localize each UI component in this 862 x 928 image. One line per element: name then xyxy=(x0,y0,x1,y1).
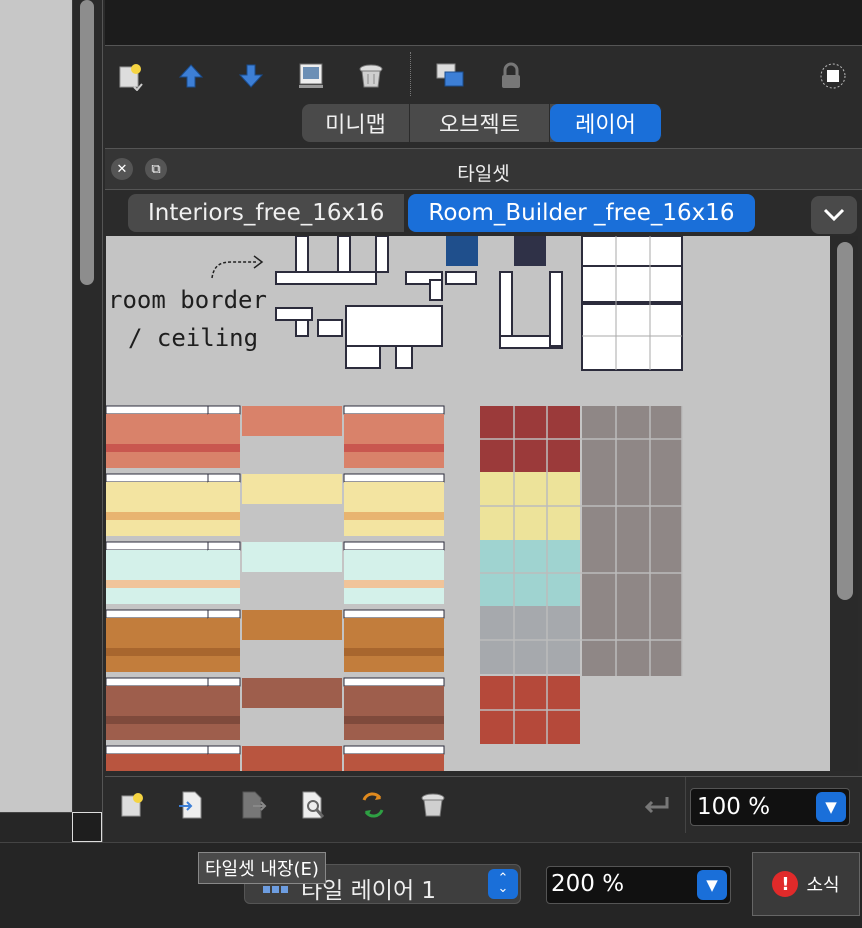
undo-icon[interactable] xyxy=(641,789,673,821)
tileset-zoom-value: 100 % xyxy=(697,794,771,820)
ceiling-label: / ceiling xyxy=(128,324,258,352)
map-zoom-select[interactable]: 200 % ▼ xyxy=(546,866,731,904)
tileset-panel-title: 타일셋 xyxy=(457,163,510,185)
tab-objects[interactable]: 오브젝트 xyxy=(410,104,550,142)
tab-room-builder-free[interactable]: Room_Builder _free_16x16 xyxy=(408,194,755,232)
layers-toolbar xyxy=(105,50,862,102)
layer-list[interactable] xyxy=(105,0,862,46)
map-scroll-thumb[interactable] xyxy=(80,0,94,285)
new-layer-icon[interactable] xyxy=(115,60,147,92)
tileset-list-chevron-down-icon[interactable] xyxy=(811,196,857,234)
replace-tileset-icon[interactable] xyxy=(357,789,389,821)
scroll-corner xyxy=(72,812,102,842)
layer-stack-icon[interactable] xyxy=(435,60,467,92)
chevron-down-icon[interactable]: ▼ xyxy=(697,870,727,900)
room-border-label: room border xyxy=(108,286,267,314)
tileset-image[interactable]: room border / ceiling xyxy=(106,236,830,771)
news-button[interactable]: ! 소식 xyxy=(752,852,860,916)
embed-tileset-icon[interactable] xyxy=(175,789,207,821)
move-layer-down-icon[interactable] xyxy=(235,60,267,92)
tab-layers[interactable]: 레이어 xyxy=(550,104,662,142)
chevron-down-icon[interactable]: ▼ xyxy=(816,792,846,822)
tileset-view[interactable]: room border / ceiling xyxy=(106,236,830,771)
map-canvas[interactable] xyxy=(0,0,72,812)
move-layer-up-icon[interactable] xyxy=(175,60,207,92)
new-tileset-icon[interactable] xyxy=(117,789,149,821)
edit-tileset-icon[interactable] xyxy=(297,789,329,821)
alert-icon: ! xyxy=(772,871,799,897)
tileset-tab-bar: Interiors_free_16x16 Room_Builder _free_… xyxy=(128,194,755,234)
tileset-dock-header: ✕ ⧉ 타일셋 xyxy=(105,148,862,190)
tileset-scroll-thumb[interactable] xyxy=(837,242,853,600)
highlight-current-layer-icon[interactable] xyxy=(817,60,849,92)
tooltip: 타일셋 내장(E) xyxy=(198,852,326,884)
tab-interiors-free[interactable]: Interiors_free_16x16 xyxy=(128,194,405,232)
export-tileset-icon[interactable] xyxy=(237,789,269,821)
lock-icon[interactable] xyxy=(495,60,527,92)
tileset-zoom-select[interactable]: 100 % ▼ xyxy=(690,788,850,826)
updown-arrows-icon[interactable]: ⌃ ⌄ xyxy=(488,869,518,899)
tab-minimap[interactable]: 미니맵 xyxy=(302,104,410,142)
dock-tab-bar: 미니맵 오브젝트 레이어 xyxy=(302,104,662,142)
map-horizontal-scrollbar[interactable] xyxy=(0,812,72,842)
news-label: 소식 xyxy=(806,875,840,896)
delete-tileset-icon[interactable] xyxy=(417,789,449,821)
map-zoom-value: 200 % xyxy=(551,871,625,897)
duplicate-layer-icon[interactable] xyxy=(295,60,327,92)
delete-layer-icon[interactable] xyxy=(355,60,387,92)
